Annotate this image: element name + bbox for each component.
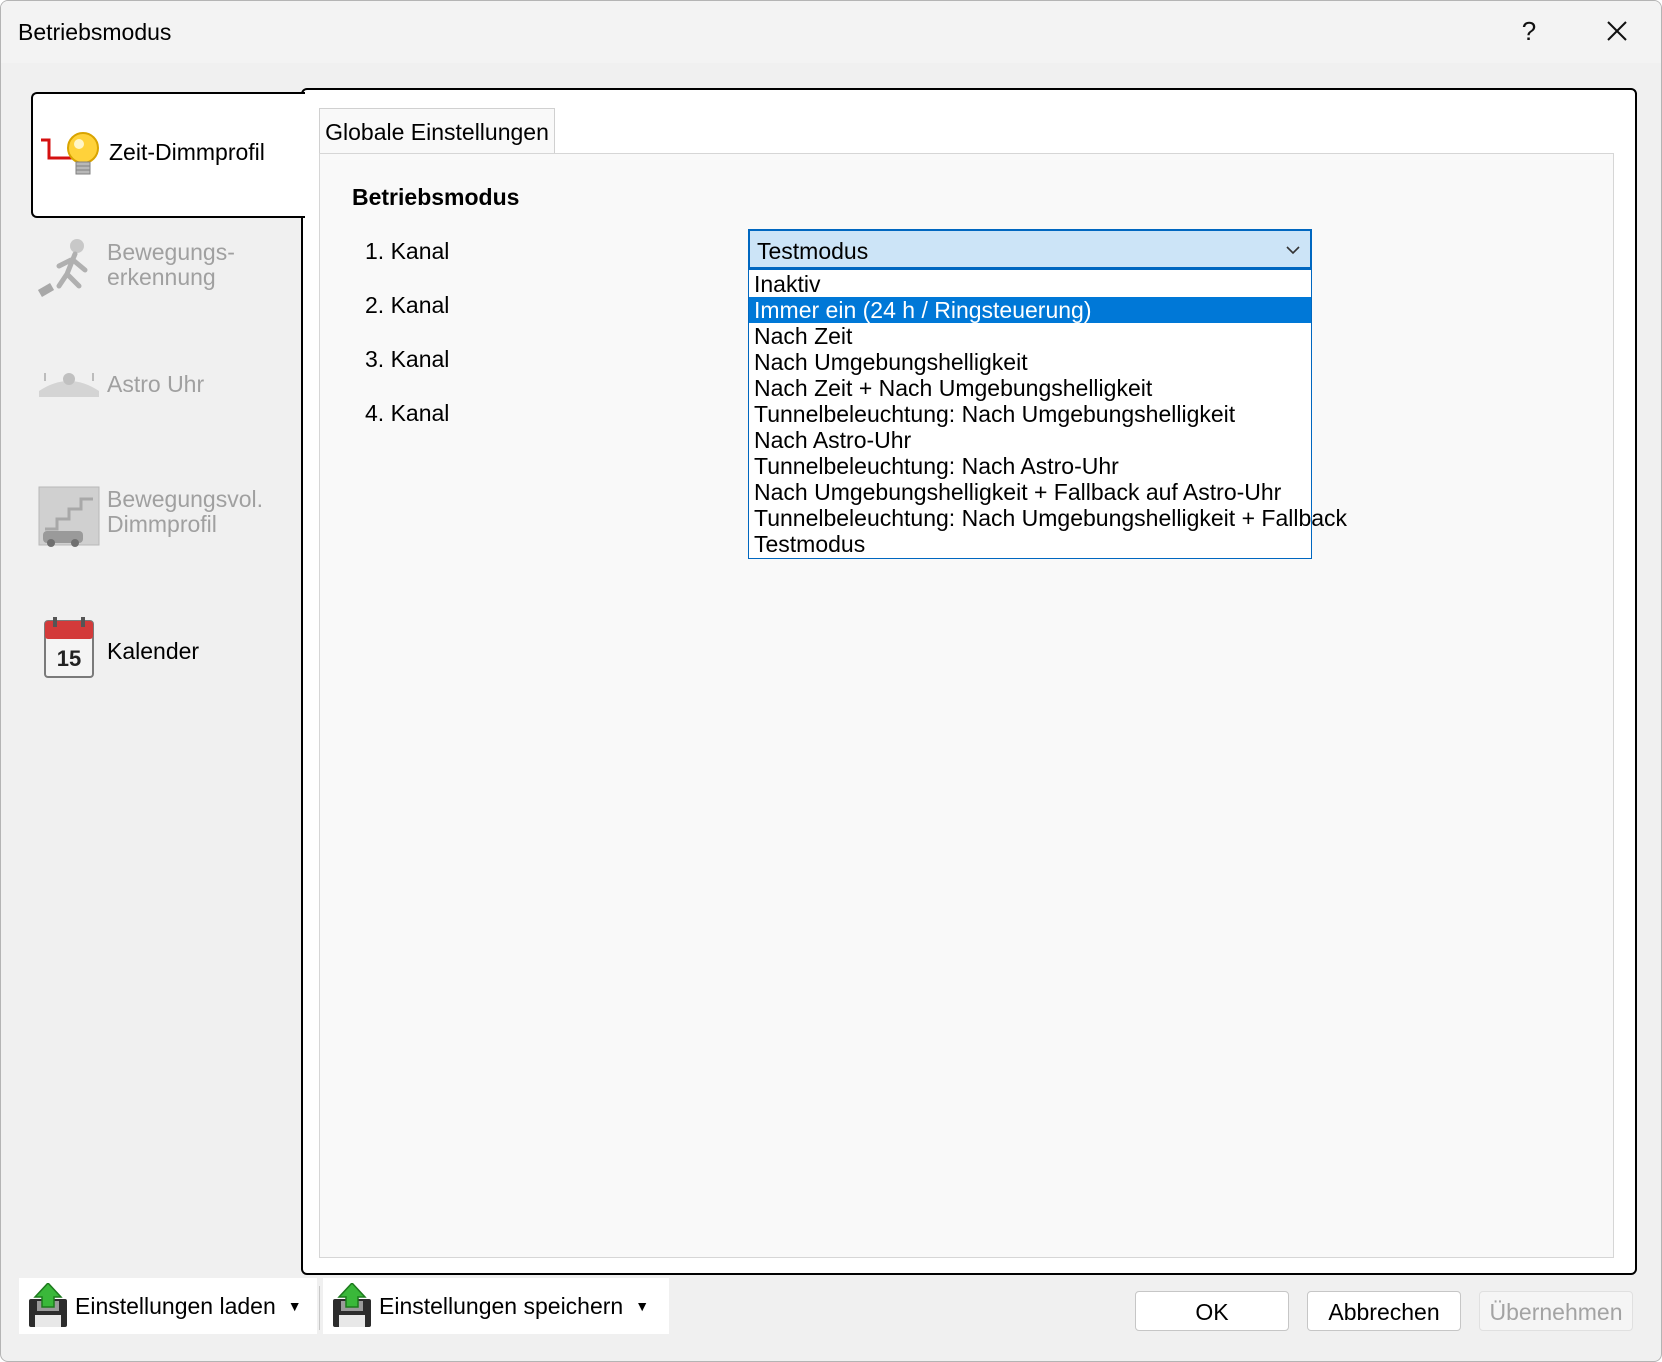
load-settings-label: Einstellungen laden <box>75 1292 276 1319</box>
nav-label-astro-uhr: Astro Uhr <box>107 371 205 397</box>
apply-button[interactable]: Übernehmen <box>1479 1291 1633 1331</box>
motion-detection-icon <box>37 239 88 297</box>
nav-item-bewegungserkennung[interactable]: Bewegungs- erkennung <box>31 226 303 316</box>
channel-3-label: 3. Kanal <box>365 346 450 372</box>
dropdown-option[interactable]: Tunnelbeleuchtung: Nach Umgebungshelligk… <box>749 505 1347 531</box>
chevron-down-icon <box>1286 246 1300 255</box>
channel-1-label: 1. Kanal <box>365 238 450 264</box>
tab-content: Betriebsmodus 1. Kanal 2. Kanal 3. Kanal… <box>319 153 1614 1258</box>
dropdown-option[interactable]: Testmodus <box>749 531 1311 557</box>
cancel-button[interactable]: Abbrechen <box>1307 1291 1461 1331</box>
help-button[interactable]: ? <box>1509 11 1549 51</box>
dropdown-option[interactable]: Inaktiv <box>749 271 1311 297</box>
dimm-profile-bulb-icon <box>41 132 99 175</box>
footer-separator <box>319 1286 320 1330</box>
dialog-window: Betriebsmodus ? Zeit-Dimmprofil Bewegung… <box>0 0 1662 1362</box>
window-title: Betriebsmodus <box>18 19 172 45</box>
dropdown-option[interactable]: Nach Astro-Uhr <box>749 427 1311 453</box>
save-settings-button[interactable]: Einstellungen speichern ▼ <box>323 1278 669 1334</box>
dropdown-option-highlighted[interactable]: Immer ein (24 h / Ringsteuerung) <box>749 297 1311 323</box>
dropdown-option[interactable]: Nach Umgebungshelligkeit <box>749 349 1311 375</box>
nav-item-zeit-dimmprofil[interactable]: Zeit-Dimmprofil <box>31 92 305 218</box>
caret-down-icon: ▼ <box>635 1298 650 1314</box>
nav-label-kalender: Kalender <box>107 638 200 664</box>
section-title: Betriebsmodus <box>352 184 520 210</box>
nav-label-bewegungserkennung: Bewegungs- erkennung <box>107 239 235 290</box>
caret-down-icon: ▼ <box>287 1298 302 1314</box>
title-bar: Betriebsmodus ? <box>1 1 1661 63</box>
floppy-save-icon <box>333 1283 371 1327</box>
tab-globale-einstellungen[interactable]: Globale Einstellungen <box>319 108 555 155</box>
dropdown-option[interactable]: Nach Zeit <box>749 323 1311 349</box>
dropdown-option[interactable]: Nach Zeit + Nach Umgebungshelligkeit <box>749 375 1311 401</box>
floppy-load-icon <box>29 1283 67 1327</box>
close-icon <box>1607 21 1627 41</box>
combo-selected-value: Testmodus <box>757 238 869 264</box>
save-settings-label: Einstellungen speichern <box>379 1292 624 1319</box>
channel-1-mode-select[interactable]: Testmodus <box>748 229 1312 269</box>
dropdown-option[interactable]: Nach Umgebungshelligkeit + Fallback auf … <box>749 479 1311 505</box>
channel-2-label: 2. Kanal <box>365 292 450 318</box>
nav-item-bewegungsvol-dimmprofil[interactable]: Bewegungsvol. Dimmprofil <box>31 471 303 561</box>
astro-clock-icon <box>39 373 99 397</box>
mode-dropdown-list: Inaktiv Immer ein (24 h / Ringsteuerung)… <box>748 269 1347 559</box>
main-panel: Globale Einstellungen Betriebsmodus 1. K… <box>301 88 1637 1275</box>
ok-button[interactable]: OK <box>1135 1291 1289 1331</box>
calendar-icon: 15 <box>44 617 94 678</box>
nav-label-bewegungsvol-dimmprofil: Bewegungsvol. Dimmprofil <box>107 486 263 537</box>
dropdown-option[interactable]: Tunnelbeleuchtung: Nach Umgebungshelligk… <box>749 401 1311 427</box>
calendar-day-number: 15 <box>57 646 81 671</box>
close-button[interactable] <box>1593 11 1641 51</box>
channel-4-label: 4. Kanal <box>365 400 450 426</box>
load-settings-button[interactable]: Einstellungen laden ▼ <box>19 1278 317 1334</box>
traffic-dimm-profile-icon <box>38 486 100 547</box>
nav-item-kalender[interactable]: 15 Kalender <box>31 613 303 693</box>
nav-label-zeit-dimmprofil: Zeit-Dimmprofil <box>109 139 265 165</box>
dropdown-option[interactable]: Tunnelbeleuchtung: Nach Astro-Uhr <box>749 453 1311 479</box>
nav-item-astro-uhr[interactable]: Astro Uhr <box>31 351 303 421</box>
